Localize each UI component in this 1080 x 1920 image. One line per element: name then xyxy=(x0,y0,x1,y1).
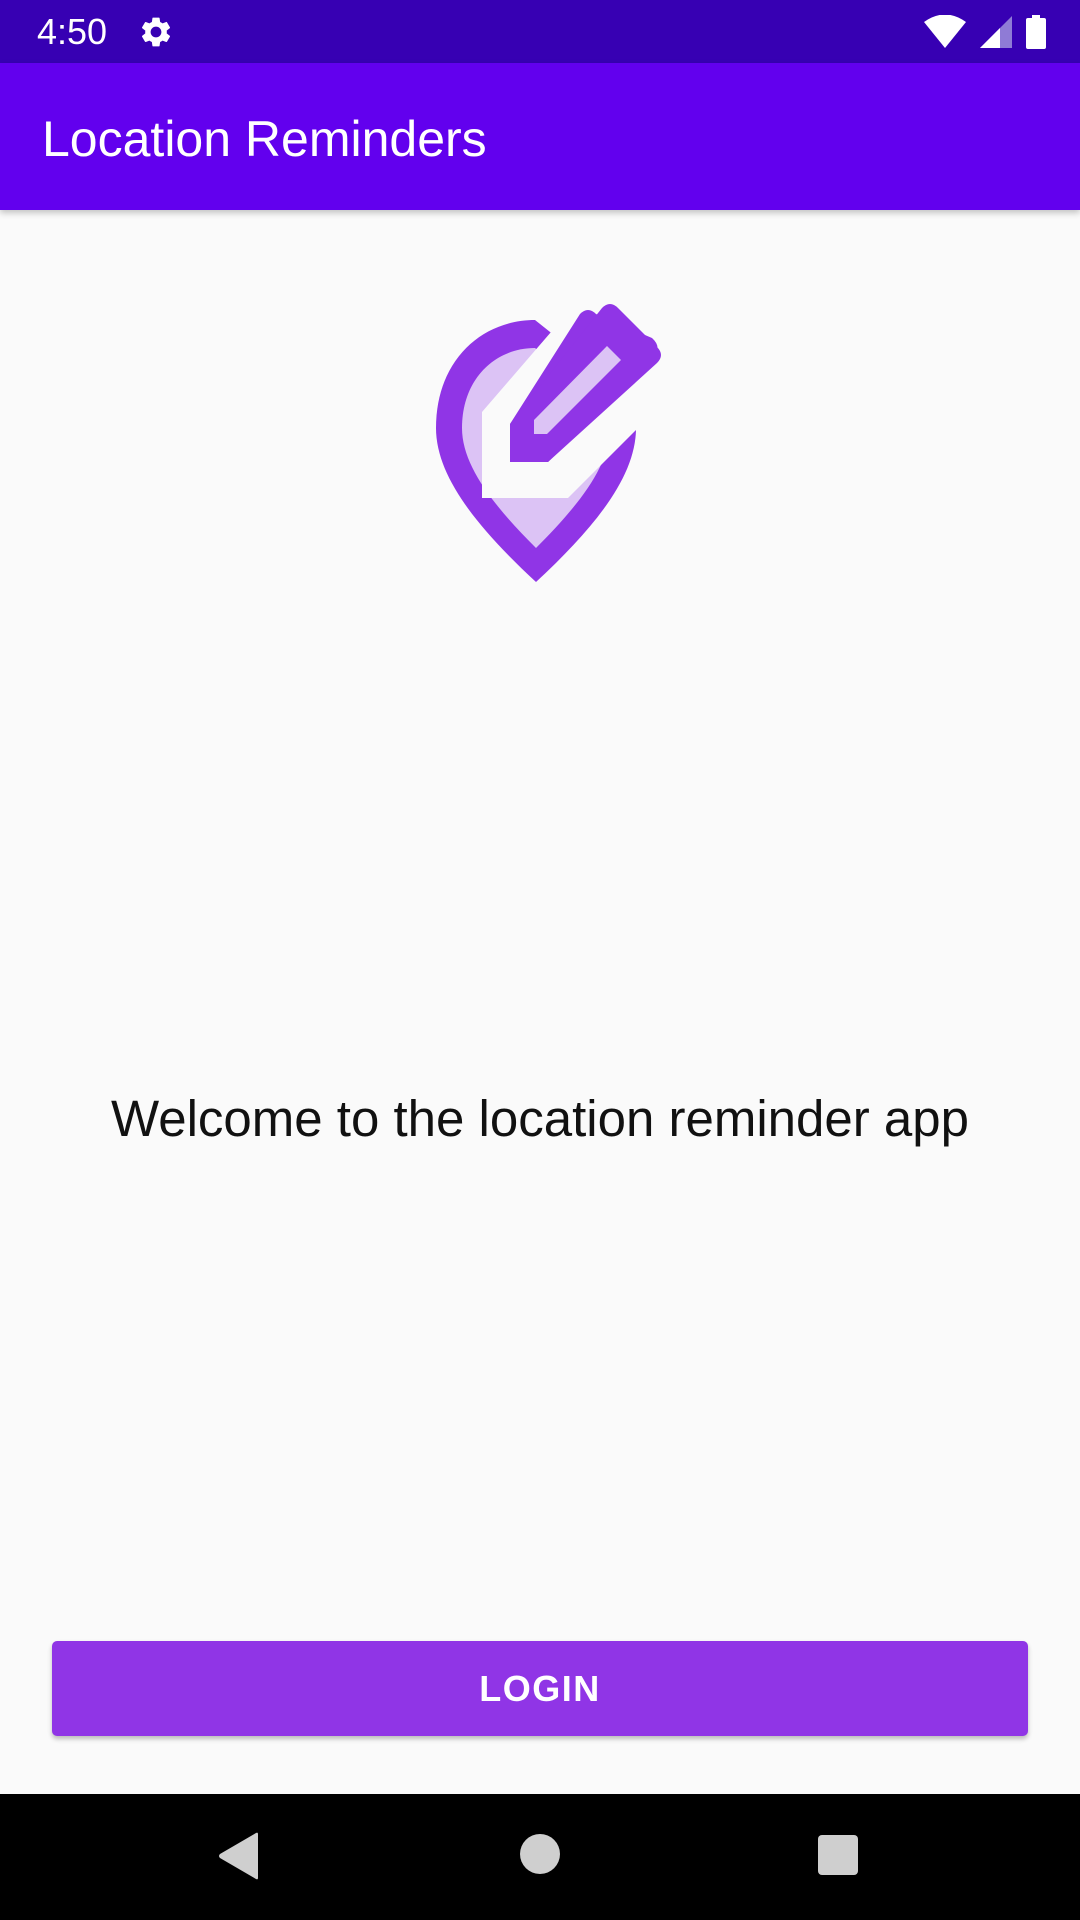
login-button[interactable]: LOGIN xyxy=(52,1641,1028,1736)
recents-icon[interactable] xyxy=(818,1835,858,1875)
status-icons xyxy=(924,14,1046,50)
app-bar: Location Reminders xyxy=(0,63,1080,210)
wifi-icon xyxy=(924,15,966,48)
back-icon[interactable] xyxy=(218,1832,260,1880)
status-time: 4:50 xyxy=(37,11,108,52)
status-bar: 4:50 xyxy=(0,0,1080,63)
app-title: Location Reminders xyxy=(42,111,487,167)
location-pin-edit-logo xyxy=(436,304,663,582)
welcome-text: Welcome to the location reminder app xyxy=(110,1090,969,1147)
home-icon[interactable] xyxy=(520,1834,560,1874)
gear-icon xyxy=(141,17,171,47)
battery-icon xyxy=(1026,15,1046,49)
cellular-signal-icon xyxy=(980,16,1012,48)
navigation-bar xyxy=(0,1794,1080,1920)
